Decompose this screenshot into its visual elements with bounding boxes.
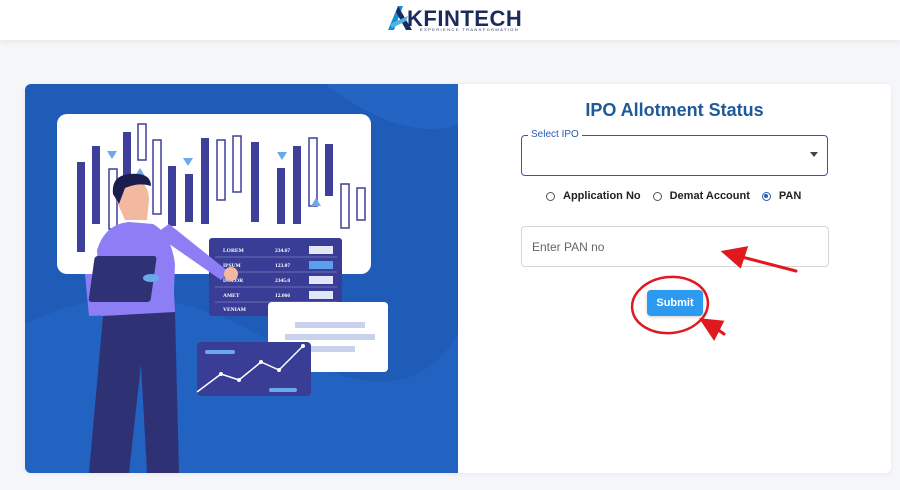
radio-demat-account-label: Demat Account <box>669 190 750 202</box>
radio-pan-circle[interactable] <box>761 191 771 201</box>
svg-text:234.67: 234.67 <box>275 248 290 254</box>
chevron-down-icon[interactable] <box>810 152 818 157</box>
svg-text:VENIAM: VENIAM <box>223 307 247 313</box>
select-ipo-label: Select IPO <box>528 129 582 140</box>
radio-application-no-label: Application No <box>563 190 641 202</box>
radio-demat-account-circle[interactable] <box>652 191 662 201</box>
radio-pan[interactable]: PAN <box>761 190 802 202</box>
svg-text:LOREM: LOREM <box>223 248 245 254</box>
logo-tagline: EXPERIENCE TRANSFORMATION <box>420 27 520 32</box>
pan-input[interactable] <box>521 226 829 267</box>
svg-text:2345.0: 2345.0 <box>275 278 290 284</box>
form-panel: IPO Allotment Status Select IPO Applicat… <box>458 84 891 473</box>
svg-text:12.066: 12.066 <box>275 293 290 299</box>
radio-application-no[interactable]: Application No <box>546 190 641 202</box>
illustration-svg: LOREM 234.67 IPSUM 123.07 DOLOR 2345.0 AMET… <box>25 84 458 473</box>
radio-pan-label: PAN <box>778 190 802 202</box>
select-ipo-dropdown[interactable] <box>521 135 828 176</box>
ipo-status-card: LOREM 234.67 IPSUM 123.07 DOLOR 2345.0 AMET… <box>25 84 891 473</box>
kfintech-logo[interactable]: KFINTECH EXPERIENCE TRANSFORMATION <box>384 2 534 36</box>
stock-trading-illustration: LOREM 234.67 IPSUM 123.07 DOLOR 2345.0 AMET… <box>25 84 458 473</box>
radio-demat-account[interactable]: Demat Account <box>652 190 750 202</box>
search-type-radio-group: Application No Demat Account PAN <box>546 188 813 204</box>
top-header: KFINTECH EXPERIENCE TRANSFORMATION <box>0 0 900 40</box>
radio-application-no-circle[interactable] <box>546 191 555 201</box>
page-title: IPO Allotment Status <box>585 100 764 120</box>
submit-button[interactable]: Submit <box>647 290 703 316</box>
svg-text:123.07: 123.07 <box>275 263 290 269</box>
svg-text:AMET: AMET <box>223 293 240 299</box>
